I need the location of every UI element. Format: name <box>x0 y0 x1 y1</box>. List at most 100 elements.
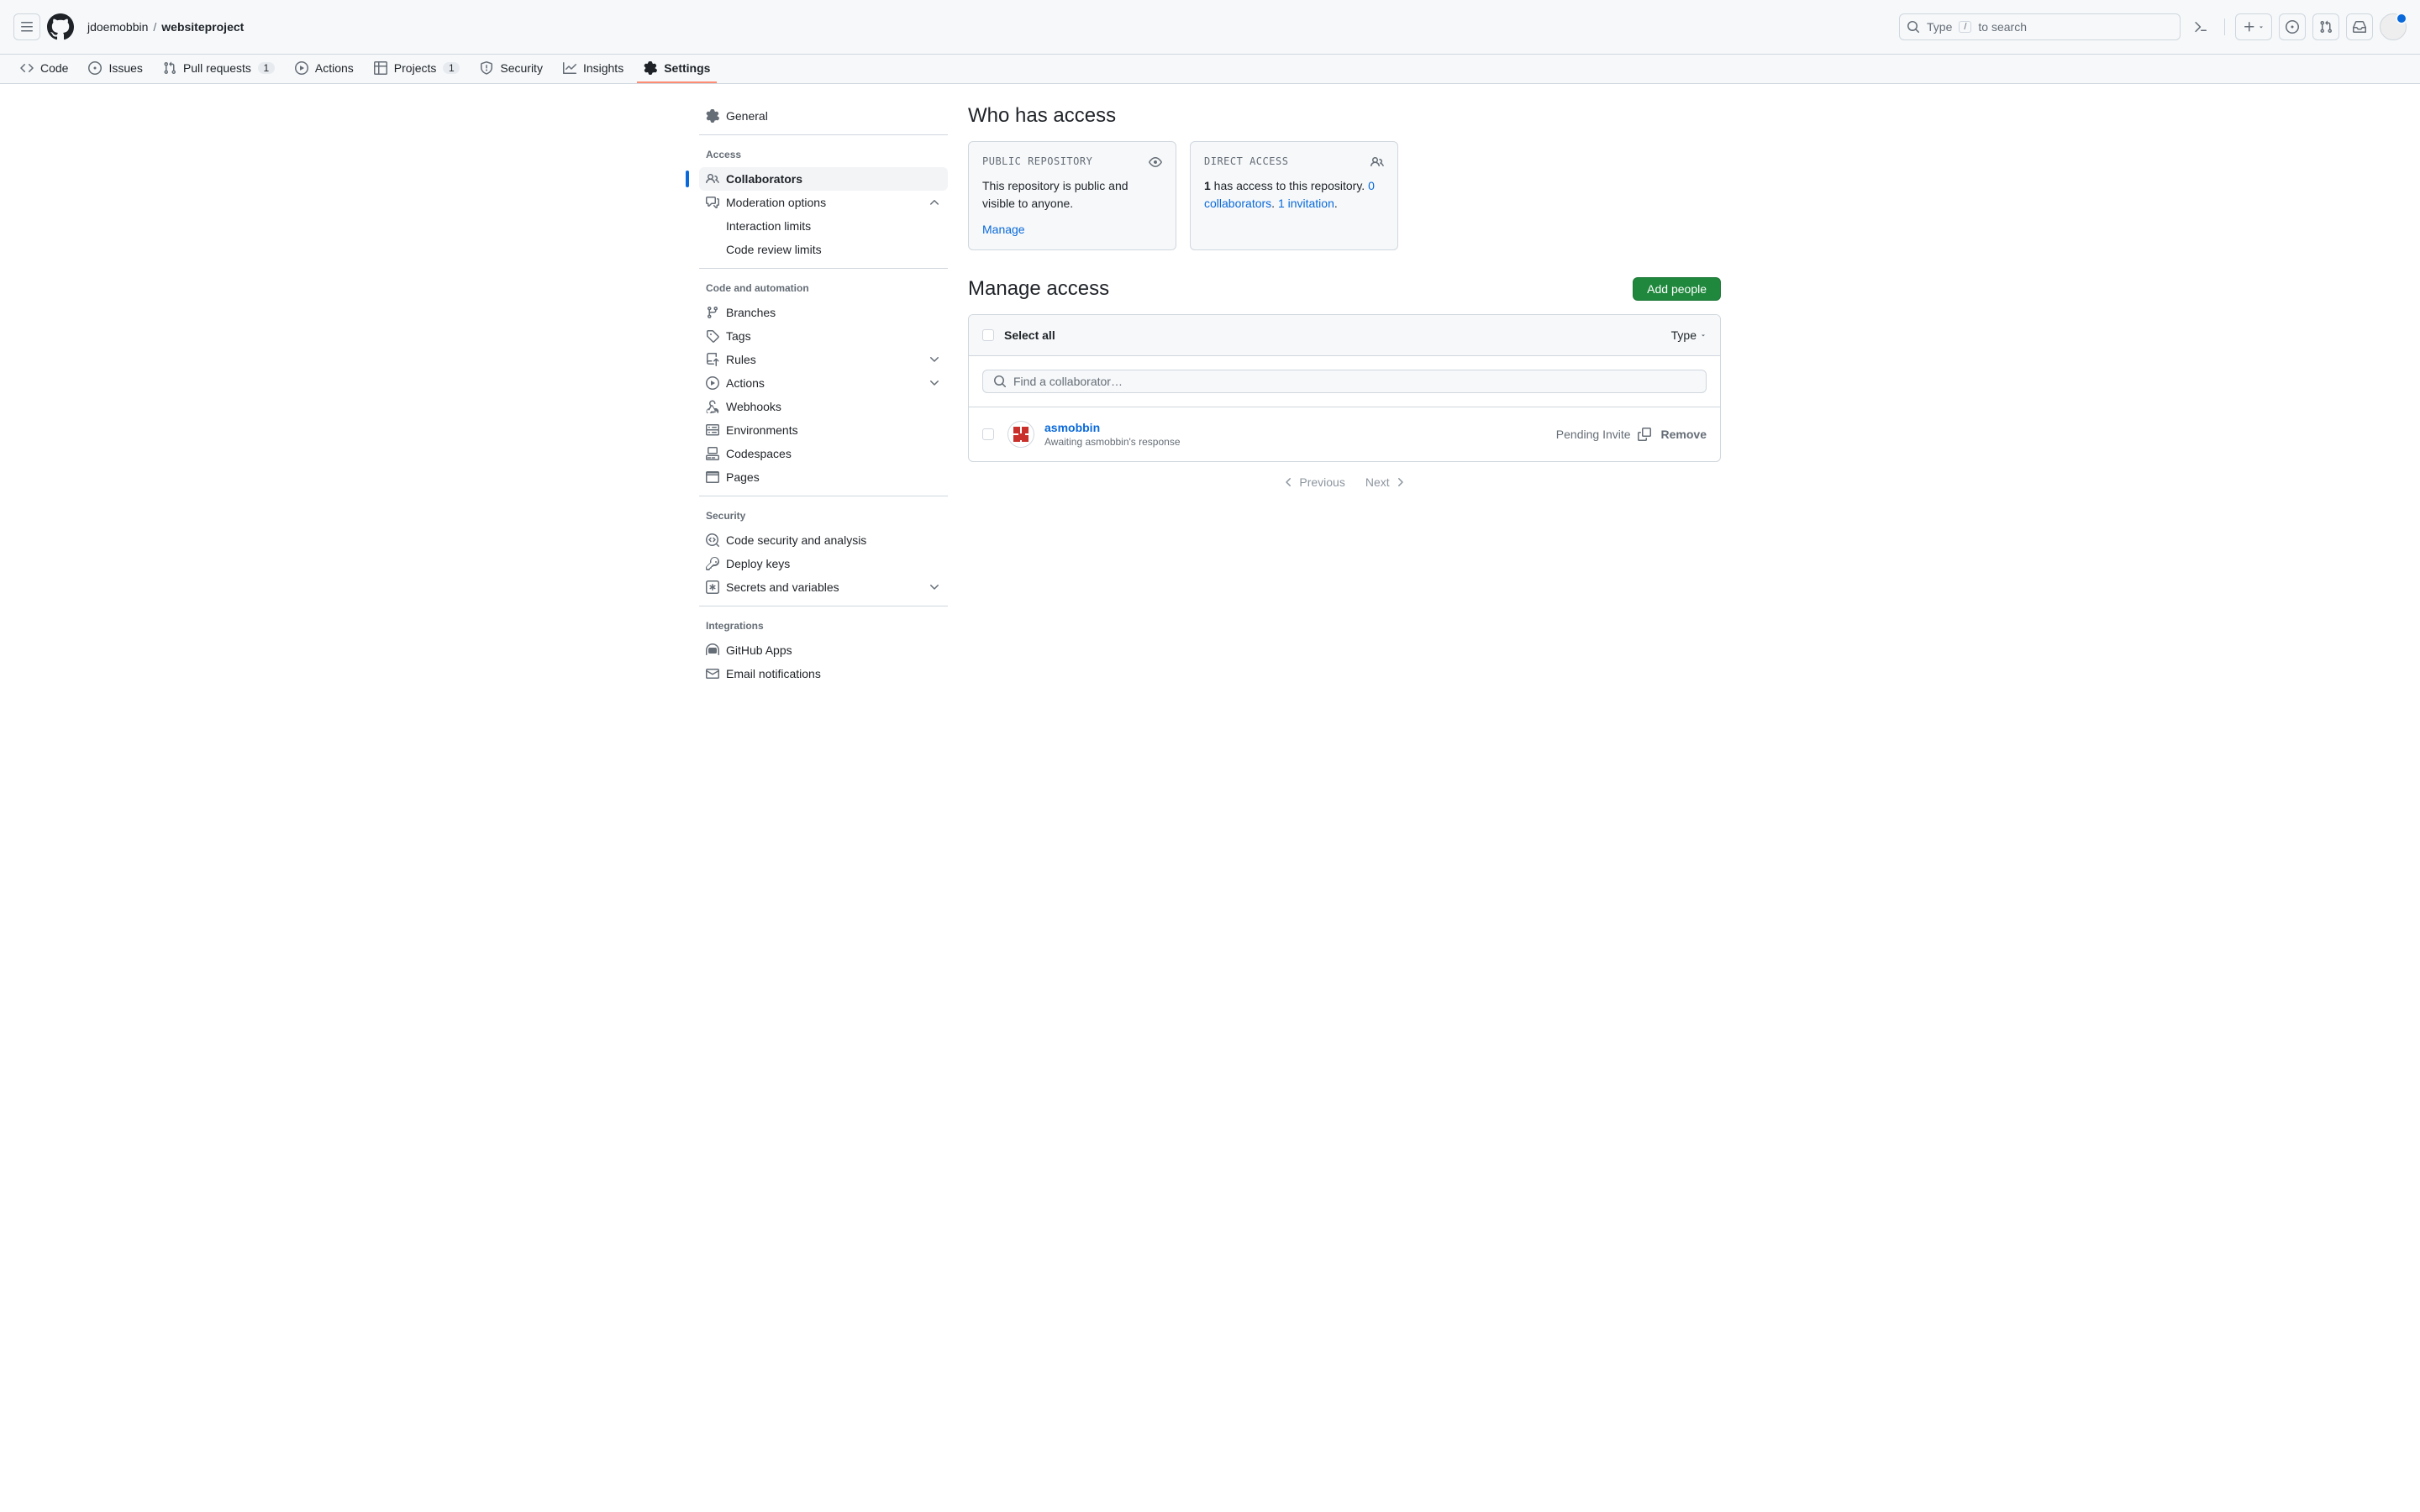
sidebar-item-moderation[interactable]: Moderation options <box>699 191 948 214</box>
previous-page-button[interactable]: Previous <box>1282 475 1344 489</box>
period2: . <box>1334 197 1338 210</box>
select-all-checkbox[interactable] <box>982 329 994 341</box>
sidebar-general-label: General <box>726 109 768 123</box>
nav-settings[interactable]: Settings <box>637 55 717 83</box>
previous-label: Previous <box>1299 475 1344 489</box>
sidebar-item-codespaces[interactable]: Codespaces <box>699 442 948 465</box>
nav-projects-label: Projects <box>394 61 437 75</box>
repo-nav: Code Issues Pull requests 1 Actions Proj… <box>0 55 2420 84</box>
command-palette-button[interactable] <box>2187 13 2214 40</box>
search-hint-2: to search <box>1978 20 2027 34</box>
next-label: Next <box>1365 475 1390 489</box>
nav-issues-label: Issues <box>108 61 142 75</box>
code-icon <box>20 61 34 75</box>
comment-discussion-icon <box>706 196 719 209</box>
webhook-icon <box>706 400 719 413</box>
create-menu-button[interactable] <box>2235 13 2272 40</box>
sidebar-header-security: Security <box>699 503 948 528</box>
sidebar-item-github-apps[interactable]: GitHub Apps <box>699 638 948 662</box>
divider <box>699 268 948 269</box>
sidebar-item-pages[interactable]: Pages <box>699 465 948 489</box>
inbox-icon <box>2353 20 2366 34</box>
collaborator-checkbox[interactable] <box>982 428 994 440</box>
direct-access-count: 1 <box>1204 179 1211 192</box>
breadcrumb-owner[interactable]: jdoemobbin <box>87 20 148 34</box>
nav-actions-label: Actions <box>315 61 354 75</box>
table-icon <box>374 61 387 75</box>
issues-header-button[interactable] <box>2279 13 2306 40</box>
nav-pulls[interactable]: Pull requests 1 <box>156 55 281 83</box>
tag-icon <box>706 329 719 343</box>
pulls-header-button[interactable] <box>2312 13 2339 40</box>
search-input[interactable]: Type / to search <box>1899 13 2181 40</box>
type-filter-dropdown[interactable]: Type <box>1671 328 1707 342</box>
collaborator-search-wrap <box>982 370 1707 393</box>
nav-code-label: Code <box>40 61 68 75</box>
collaborator-status: Awaiting asmobbin's response <box>1044 436 1546 448</box>
nav-pulls-label: Pull requests <box>183 61 251 75</box>
play-icon <box>295 61 308 75</box>
top-header: jdoemobbin / websiteproject Type / to se… <box>0 0 2420 55</box>
sidebar-header-code-automation: Code and automation <box>699 276 948 301</box>
nav-projects[interactable]: Projects 1 <box>367 55 467 83</box>
github-logo[interactable] <box>47 13 74 40</box>
collaborator-search-input[interactable] <box>1013 375 1696 388</box>
sidebar-item-general[interactable]: General <box>699 104 948 128</box>
sidebar-item-branches[interactable]: Branches <box>699 301 948 324</box>
sidebar-item-rules[interactable]: Rules <box>699 348 948 371</box>
public-repo-manage-link[interactable]: Manage <box>982 223 1025 236</box>
sidebar-pages-label: Pages <box>726 470 760 484</box>
chevron-right-icon <box>1393 475 1407 489</box>
sidebar-item-deploy-keys[interactable]: Deploy keys <box>699 552 948 575</box>
who-has-access-title: Who has access <box>968 104 1721 128</box>
graph-icon <box>563 61 576 75</box>
sidebar-item-email-notifications[interactable]: Email notifications <box>699 662 948 685</box>
breadcrumb: jdoemobbin / websiteproject <box>87 20 244 34</box>
sidebar-item-secrets[interactable]: Secrets and variables <box>699 575 948 599</box>
play-icon <box>706 376 719 390</box>
remove-collaborator-button[interactable]: Remove <box>1661 428 1707 441</box>
sidebar-item-webhooks[interactable]: Webhooks <box>699 395 948 418</box>
search-icon <box>1907 20 1920 34</box>
search-hint-1: Type <box>1927 20 1952 34</box>
nav-code[interactable]: Code <box>13 55 75 83</box>
chevron-down-icon <box>928 353 941 366</box>
add-people-button[interactable]: Add people <box>1633 277 1721 301</box>
sidebar-item-collaborators[interactable]: Collaborators <box>699 167 948 191</box>
sidebar-email-notifications-label: Email notifications <box>726 667 821 680</box>
nav-security[interactable]: Security <box>473 55 550 83</box>
public-repo-label: PUBLIC REPOSITORY <box>982 155 1162 167</box>
git-pull-request-icon <box>163 61 176 75</box>
hamburger-button[interactable] <box>13 13 40 40</box>
next-page-button[interactable]: Next <box>1365 475 1407 489</box>
issue-opened-icon <box>88 61 102 75</box>
collaborator-username-link[interactable]: asmobbin <box>1044 421 1100 434</box>
nav-insights[interactable]: Insights <box>556 55 630 83</box>
chevron-down-icon <box>928 376 941 390</box>
search-slash-key: / <box>1959 21 1971 33</box>
sidebar-item-environments[interactable]: Environments <box>699 418 948 442</box>
access-table: Select all Type <box>968 314 1721 462</box>
period1: . <box>1271 197 1278 210</box>
sidebar-item-tags[interactable]: Tags <box>699 324 948 348</box>
invitations-count-link[interactable]: 1 invitation <box>1278 197 1334 210</box>
mark-github-icon <box>47 13 74 40</box>
nav-actions[interactable]: Actions <box>288 55 360 83</box>
notifications-button[interactable] <box>2346 13 2373 40</box>
breadcrumb-repo[interactable]: websiteproject <box>161 20 244 34</box>
sidebar-item-actions[interactable]: Actions <box>699 371 948 395</box>
pending-invite-badge: Pending Invite <box>1556 428 1651 441</box>
copy-icon[interactable] <box>1638 428 1651 441</box>
nav-issues[interactable]: Issues <box>82 55 149 83</box>
sidebar-item-code-review-limits[interactable]: Code review limits <box>719 238 948 261</box>
sidebar-webhooks-label: Webhooks <box>726 400 781 413</box>
pagination: Previous Next <box>968 462 1721 502</box>
sidebar-secrets-label: Secrets and variables <box>726 580 839 594</box>
user-avatar-button[interactable] <box>2380 13 2407 40</box>
sidebar-item-interaction-limits[interactable]: Interaction limits <box>719 214 948 238</box>
codescan-icon <box>706 533 719 547</box>
sidebar-item-code-security[interactable]: Code security and analysis <box>699 528 948 552</box>
browser-icon <box>706 470 719 484</box>
nav-pulls-count: 1 <box>258 62 275 74</box>
sidebar-interaction-limits-label: Interaction limits <box>726 219 811 233</box>
